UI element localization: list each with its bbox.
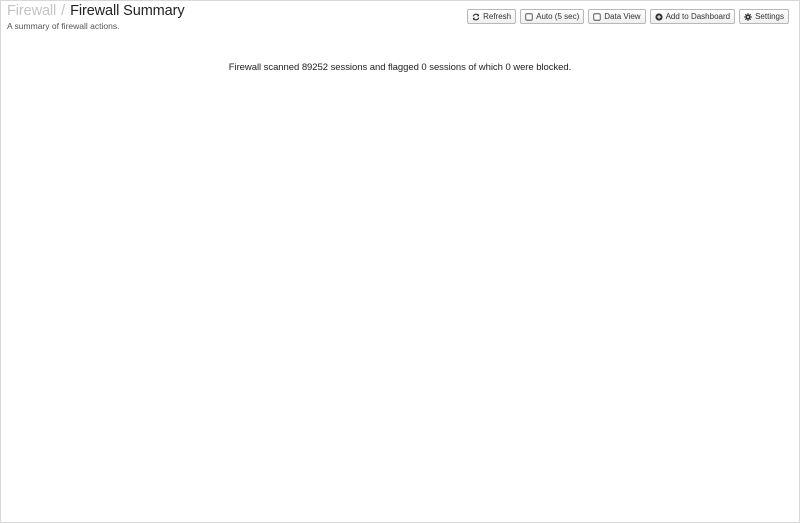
page-subtitle: A summary of firewall actions. [7,21,120,31]
report-header: Firewall / Firewall Summary A summary of f… [7,3,185,32]
data-view-label: Data View [604,12,641,21]
settings-button-label: Settings [755,12,784,21]
refresh-button[interactable]: Refresh [467,9,517,24]
breadcrumb-parent-link[interactable]: Firewall [7,3,56,19]
report-panel: Firewall / Firewall Summary A summary of f… [0,0,800,523]
firewall-summary-text: Firewall scanned 89252 sessions and flag… [228,62,572,73]
auto-refresh-toggle[interactable]: Auto (5 sec) [520,9,585,24]
refresh-button-label: Refresh [483,12,512,21]
report-toolbar: Refresh Auto (5 sec) Data View Add to Da… [467,9,789,24]
plus-circle-icon [654,12,663,21]
checkbox-icon [525,12,533,21]
refresh-icon [472,13,480,21]
checkbox-icon [593,12,601,21]
page-title: Firewall Summary [70,3,185,19]
data-view-toggle[interactable]: Data View [588,9,646,24]
add-to-dashboard-label: Add to Dashboard [665,12,731,21]
auto-refresh-label: Auto (5 sec) [536,12,580,21]
breadcrumb: Firewall / Firewall Summary [7,3,185,20]
breadcrumb-separator: / [61,3,66,19]
settings-button[interactable]: Settings [739,9,789,24]
add-to-dashboard-button[interactable]: Add to Dashboard [649,9,736,24]
gear-icon [744,12,752,21]
